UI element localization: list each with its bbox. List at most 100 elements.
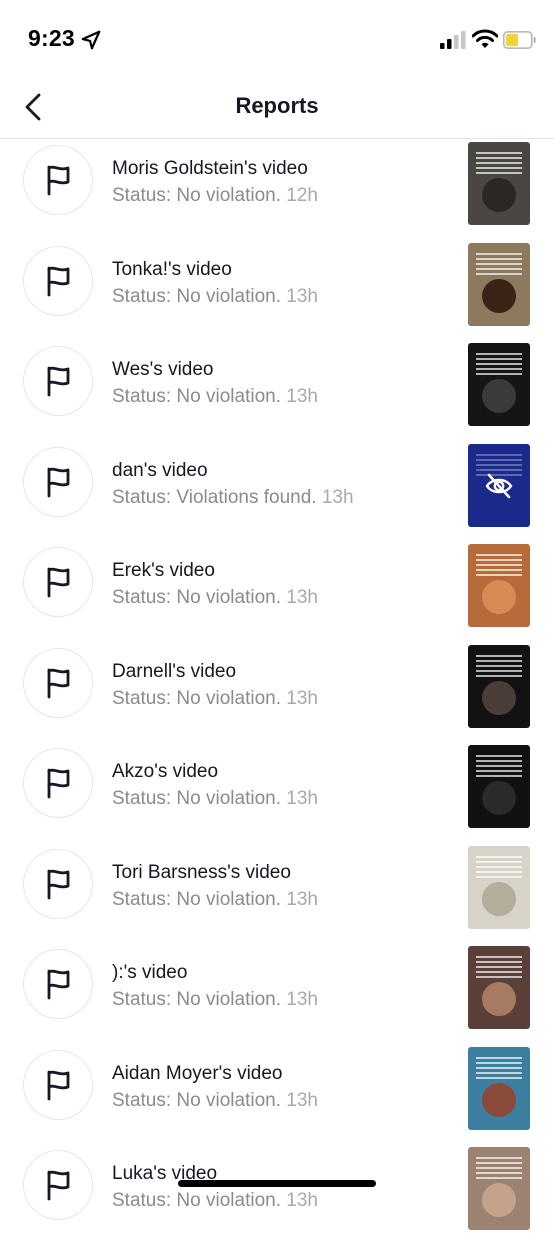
report-row[interactable]: Tori Barsness's video Status: No violatio… xyxy=(0,843,554,944)
thumbnail-subject xyxy=(482,1082,516,1117)
report-title: Tonka!'s video xyxy=(112,258,232,280)
thumbnail-caption xyxy=(476,1056,522,1081)
thumbnail-subject xyxy=(482,781,516,815)
status-text: Status: No violation. xyxy=(112,989,281,1010)
report-time: 13h xyxy=(286,989,318,1010)
thumbnail-subject xyxy=(482,881,516,916)
report-time: 13h xyxy=(286,587,318,608)
status-text: Status: No violation. xyxy=(112,587,281,608)
report-row[interactable]: ):'s video Status: No violation. 13h xyxy=(0,943,554,1044)
report-avatar xyxy=(23,748,93,818)
report-time: 13h xyxy=(286,788,318,809)
status-text: Status: No violation. xyxy=(112,1089,281,1111)
report-title: Erek's video xyxy=(112,560,215,581)
report-row[interactable]: Moris Goldstein's video Status: No violat… xyxy=(0,139,554,240)
thumbnail-subject xyxy=(482,178,516,212)
battery-level xyxy=(506,34,518,46)
report-title: ):'s video xyxy=(112,962,188,983)
thumbnail-subject xyxy=(482,680,516,715)
report-row[interactable]: Erek's video Status: No violation. 13h xyxy=(0,541,554,642)
report-avatar xyxy=(23,346,93,416)
video-thumbnail[interactable] xyxy=(468,242,530,326)
thumbnail-caption xyxy=(476,353,522,377)
video-thumbnail[interactable] xyxy=(468,845,530,929)
thumbnail-caption xyxy=(476,152,522,176)
report-avatar xyxy=(23,245,93,316)
home-indicator[interactable] xyxy=(178,1180,376,1187)
report-row[interactable]: Darnell's video Status: No violation. 13h xyxy=(0,642,554,743)
video-thumbnail[interactable] xyxy=(468,1147,530,1230)
eye-slash-icon xyxy=(485,473,513,498)
report-time: 13h xyxy=(286,1190,318,1211)
thumbnail-caption xyxy=(476,956,522,980)
reports-list: Moris Goldstein's video Status: No violat… xyxy=(0,139,554,1245)
report-status: Status: No violation. 13h xyxy=(112,1190,318,1212)
flag-icon xyxy=(47,467,70,497)
video-thumbnail[interactable] xyxy=(468,343,530,426)
report-status: Status: No violation. 12h xyxy=(112,185,318,207)
status-text: Status: Violations found. xyxy=(112,486,317,508)
thumbnail-subject xyxy=(482,1183,516,1217)
flag-icon xyxy=(47,165,70,196)
cellular-signal-icon xyxy=(440,31,466,49)
thumbnail-subject xyxy=(482,982,516,1016)
report-title: Tori Barsness's video xyxy=(112,861,291,883)
report-title: Darnell's video xyxy=(112,660,237,682)
status-text: Status: No violation. xyxy=(112,185,281,206)
status-text: Status: No violation. xyxy=(112,1190,281,1211)
report-row[interactable]: Luka's video Status: No violation. 13h xyxy=(0,1144,554,1245)
flag-icon xyxy=(47,1070,70,1100)
video-thumbnail[interactable] xyxy=(468,443,530,527)
status-time: 9:23 xyxy=(28,25,75,51)
page-title: Reports xyxy=(235,93,319,118)
location-arrow-icon xyxy=(81,30,101,50)
battery-icon xyxy=(503,31,536,49)
video-thumbnail[interactable] xyxy=(468,544,530,627)
status-bar: 9:23 xyxy=(0,0,554,80)
report-avatar xyxy=(23,647,93,718)
video-thumbnail[interactable] xyxy=(468,142,530,225)
report-row[interactable]: Akzo's video Status: No violation. 13h xyxy=(0,742,554,843)
video-thumbnail[interactable] xyxy=(468,946,530,1029)
thumbnail-caption xyxy=(476,654,522,679)
flag-icon xyxy=(47,366,70,397)
report-avatar xyxy=(23,547,93,617)
video-thumbnail[interactable] xyxy=(468,644,530,728)
flag-icon xyxy=(47,266,70,296)
report-avatar xyxy=(23,145,93,215)
thumbnail-caption xyxy=(476,755,522,779)
thumbnail-caption xyxy=(476,252,522,277)
report-title: Wes's video xyxy=(112,359,214,380)
report-status: Status: No violation. 13h xyxy=(112,889,318,911)
report-title: dan's video xyxy=(112,459,208,481)
thumbnail-subject xyxy=(482,278,516,313)
flag-icon xyxy=(47,768,70,799)
status-text: Status: No violation. xyxy=(112,788,281,809)
flag-icon xyxy=(47,869,70,899)
report-avatar xyxy=(23,848,93,919)
wifi-icon xyxy=(472,29,498,48)
report-time: 13h xyxy=(286,386,318,407)
report-status: Status: No violation. 13h xyxy=(112,989,318,1011)
video-thumbnail[interactable] xyxy=(468,745,530,828)
report-avatar xyxy=(23,949,93,1019)
thumbnail-subject xyxy=(482,580,516,614)
report-time: 13h xyxy=(286,1089,318,1111)
status-text: Status: No violation. xyxy=(112,687,281,709)
report-status: Status: No violation. 13h xyxy=(112,788,318,810)
report-row[interactable]: dan's video Status: Violations found. 13h xyxy=(0,441,554,542)
report-row[interactable]: Aidan Moyer's video Status: No violation.… xyxy=(0,1044,554,1145)
flag-icon xyxy=(47,668,70,698)
report-avatar xyxy=(23,1150,93,1220)
report-status: Status: No violation. 13h xyxy=(112,386,318,408)
report-title: Akzo's video xyxy=(112,761,219,782)
report-time: 12h xyxy=(286,185,318,206)
video-thumbnail[interactable] xyxy=(468,1046,530,1130)
thumbnail-subject xyxy=(482,379,516,413)
nav-header: Reports xyxy=(0,80,554,139)
report-row[interactable]: Tonka!'s video Status: No violation. 13h xyxy=(0,240,554,341)
thumbnail-caption xyxy=(476,855,522,880)
report-time: 13h xyxy=(286,888,318,910)
thumbnail-caption xyxy=(476,1157,522,1181)
report-row[interactable]: Wes's video Status: No violation. 13h xyxy=(0,340,554,441)
